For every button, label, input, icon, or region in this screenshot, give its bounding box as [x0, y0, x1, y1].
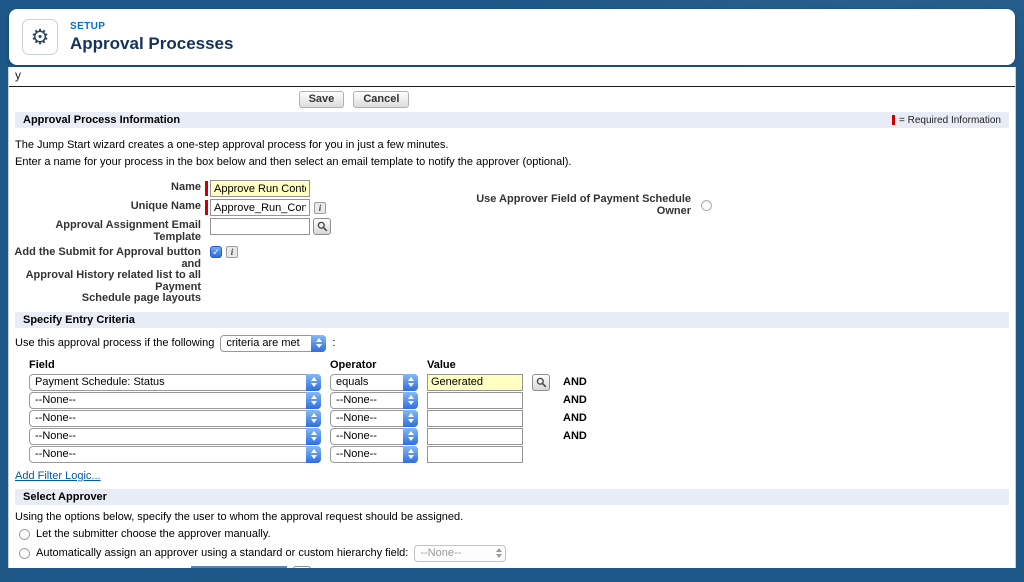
top-button-row: Save Cancel: [9, 87, 699, 112]
field-column-header: Field: [29, 359, 321, 371]
and-conjunction-label: AND: [563, 430, 603, 442]
page-title: Approval Processes: [70, 34, 233, 54]
classic-setup-frame: y Save Cancel Approval Process Informati…: [8, 67, 1016, 568]
save-button[interactable]: Save: [299, 91, 345, 108]
field-select[interactable]: --None--: [29, 410, 321, 427]
value-input[interactable]: [427, 374, 523, 391]
field-select[interactable]: --None--: [29, 392, 321, 409]
name-input[interactable]: [210, 180, 310, 197]
dropdown-arrows-icon: [311, 335, 326, 352]
criteria-row: --None-- --None-- AND: [29, 428, 1015, 445]
add-submit-field-row: Add the Submit for Approval button and A…: [9, 245, 1015, 305]
cancel-button[interactable]: Cancel: [353, 91, 409, 108]
criteria-row: --None-- --None--: [29, 446, 1015, 463]
name-label: Name: [9, 180, 205, 194]
dropdown-arrows-icon: [306, 428, 321, 445]
option-label: Let the submitter choose the approver ma…: [36, 528, 271, 540]
dropdown-arrows-icon: [306, 392, 321, 409]
lookup-icon[interactable]: [313, 218, 331, 235]
value-input[interactable]: [427, 446, 523, 463]
criteria-intro-colon: :: [332, 337, 335, 349]
email-template-input[interactable]: [210, 218, 310, 235]
criteria-mode-select[interactable]: criteria are met: [220, 335, 326, 352]
approver-option-queue: Automatically assign to queue.: [19, 566, 1015, 569]
criteria-table-header: Field Operator Value: [29, 359, 1015, 372]
info-icon[interactable]: i: [314, 202, 326, 214]
add-submit-label: Add the Submit for Approval button and A…: [9, 245, 205, 305]
jump-start-intro-line1: The Jump Start wizard creates a one-step…: [15, 139, 1015, 151]
value-input[interactable]: [427, 410, 523, 427]
dropdown-arrows-icon: [403, 374, 418, 391]
required-marker-icon: [205, 200, 208, 215]
approver-option-hierarchy: Automatically assign an approver using a…: [19, 545, 1015, 562]
and-conjunction-label: AND: [563, 394, 603, 406]
required-marker-icon: [205, 181, 208, 196]
use-approver-field-label: Use Approver Field of Payment Schedule O…: [429, 194, 691, 217]
add-submit-checkbox[interactable]: ✓: [210, 246, 222, 258]
setup-gear-icon: ⚙: [22, 19, 58, 55]
email-template-field-row: Approval Assignment Email Template: [9, 218, 1015, 243]
section-header-approval-process-information: Approval Process Information = Required …: [15, 112, 1009, 128]
value-column-header: Value: [427, 359, 523, 371]
dropdown-arrows-icon: [403, 410, 418, 427]
required-information-legend: = Required Information: [892, 115, 1001, 126]
operator-select[interactable]: --None--: [330, 446, 418, 463]
magnifier-glyph: [536, 377, 547, 388]
dropdown-arrows-icon: [403, 428, 418, 445]
lookup-icon[interactable]: [293, 566, 311, 569]
setup-header: ⚙ SETUP Approval Processes: [9, 9, 1015, 65]
required-marker-icon: [892, 115, 895, 125]
field-select[interactable]: --None--: [29, 446, 321, 463]
dropdown-arrows-icon: [306, 410, 321, 427]
criteria-intro-text: Use this approval process if the followi…: [15, 337, 214, 349]
section-header-specify-entry-criteria: Specify Entry Criteria: [15, 312, 1009, 328]
approver-option-manual: Let the submitter choose the approver ma…: [19, 528, 1015, 541]
and-conjunction-label: AND: [563, 412, 603, 424]
magnifier-glyph: [317, 221, 328, 232]
dropdown-arrows-icon: [491, 545, 506, 562]
lookup-icon[interactable]: [532, 374, 550, 391]
approver-options: Let the submitter choose the approver ma…: [19, 528, 1015, 569]
section-header-select-approver: Select Approver: [15, 489, 1009, 505]
operator-select[interactable]: --None--: [330, 410, 418, 427]
dropdown-arrows-icon: [403, 392, 418, 409]
use-approver-field-checkbox[interactable]: [701, 200, 712, 211]
email-template-label: Approval Assignment Email Template: [9, 218, 205, 243]
criteria-row: --None-- --None-- AND: [29, 392, 1015, 409]
approval-info-form: Name Unique Name i Approval Assignment E…: [9, 180, 1015, 305]
unique-name-input[interactable]: [210, 199, 310, 216]
add-filter-logic-link[interactable]: Add Filter Logic...: [15, 470, 101, 482]
operator-select[interactable]: --None--: [330, 428, 418, 445]
criteria-row: --None-- --None-- AND: [29, 410, 1015, 427]
clipped-text-fragment: y: [9, 67, 1015, 87]
field-select[interactable]: Payment Schedule: Status: [29, 374, 321, 391]
criteria-row: Payment Schedule: Status equals AND: [29, 374, 1015, 391]
criteria-table: Field Operator Value Payment Schedule: S…: [29, 359, 1015, 463]
dropdown-arrows-icon: [306, 374, 321, 391]
salesforce-setup-approval-processes: { "colors": { "brand_blue": "#0070d2", "…: [0, 0, 1024, 582]
radio-button[interactable]: [19, 548, 30, 559]
approver-intro-text: Using the options below, specify the use…: [15, 511, 1015, 523]
and-conjunction-label: AND: [563, 376, 603, 388]
dropdown-arrows-icon: [306, 446, 321, 463]
value-input[interactable]: [427, 428, 523, 445]
hierarchy-field-select: --None--: [414, 545, 506, 562]
radio-button[interactable]: [19, 529, 30, 540]
unique-name-label: Unique Name: [9, 199, 205, 213]
operator-select[interactable]: equals: [330, 374, 418, 391]
option-label: Automatically assign an approver using a…: [36, 547, 408, 559]
setup-header-text: SETUP Approval Processes: [70, 21, 233, 54]
operator-column-header: Operator: [330, 359, 418, 371]
dropdown-arrows-icon: [403, 446, 418, 463]
jump-start-intro-line2: Enter a name for your process in the box…: [15, 156, 1015, 168]
info-icon[interactable]: i: [226, 246, 238, 258]
setup-label: SETUP: [70, 21, 233, 32]
value-input[interactable]: [427, 392, 523, 409]
queue-input[interactable]: [191, 566, 287, 569]
field-select[interactable]: --None--: [29, 428, 321, 445]
criteria-intro-line: Use this approval process if the followi…: [15, 335, 1015, 352]
operator-select[interactable]: --None--: [330, 392, 418, 409]
